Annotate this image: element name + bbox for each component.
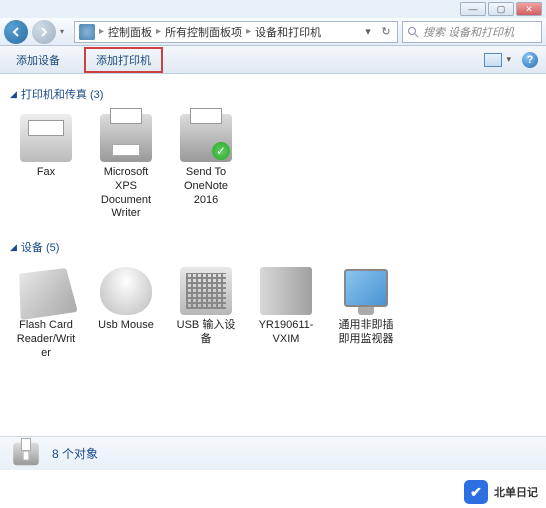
watermark-text: 北单日记 bbox=[494, 484, 538, 500]
device-label: 通用非即插即用监视器 bbox=[334, 319, 398, 347]
chevron-right-icon[interactable]: ▸ bbox=[156, 26, 161, 37]
status-icon bbox=[13, 442, 39, 464]
section-header-devices[interactable]: ◢ 设备 (5) bbox=[10, 239, 536, 255]
collapse-icon: ◢ bbox=[10, 242, 17, 253]
location-icon bbox=[79, 24, 95, 40]
breadcrumb-mid[interactable]: 所有控制面板项 bbox=[165, 24, 242, 40]
device-label: Usb Mouse bbox=[98, 319, 154, 333]
breadcrumb-dropdown-icon[interactable]: ▾ bbox=[361, 25, 375, 38]
toolbar: 添加设备 添加打印机 ? bbox=[0, 46, 546, 74]
search-input[interactable]: 搜索 设备和打印机 bbox=[402, 21, 542, 43]
window-controls: — ▢ ✕ bbox=[0, 0, 546, 18]
add-device-button[interactable]: 添加设备 bbox=[8, 48, 68, 72]
device-item[interactable]: YR190611-VXIM bbox=[250, 263, 322, 364]
minimize-button[interactable]: — bbox=[460, 2, 486, 16]
maximize-button[interactable]: ▢ bbox=[488, 2, 514, 16]
nav-bar: ▾ ▸ 控制面板 ▸ 所有控制面板项 ▸ 设备和打印机 ▾ ↻ 搜索 设备和打印… bbox=[0, 18, 546, 46]
device-label: USB 输入设备 bbox=[174, 319, 238, 347]
devices-grid: Flash Card Reader/Writer Usb Mouse USB 输… bbox=[10, 263, 536, 364]
keyboard-icon bbox=[180, 267, 232, 315]
help-icon[interactable]: ? bbox=[522, 52, 538, 68]
content-area: ◢ 打印机和传真 (3) Fax Microsoft XPS Document … bbox=[0, 74, 546, 454]
section-header-printers[interactable]: ◢ 打印机和传真 (3) bbox=[10, 86, 536, 102]
section-title: 设备 (5) bbox=[21, 239, 60, 255]
forward-button[interactable] bbox=[32, 20, 56, 44]
chevron-right-icon[interactable]: ▸ bbox=[99, 26, 104, 37]
printer-icon bbox=[100, 114, 152, 162]
device-item[interactable]: Send To OneNote 2016 bbox=[170, 110, 242, 225]
status-text: 8 个对象 bbox=[52, 445, 98, 462]
search-icon bbox=[407, 26, 419, 38]
watermark-icon: ✔ bbox=[464, 480, 488, 504]
close-button[interactable]: ✕ bbox=[516, 2, 542, 16]
add-printer-button[interactable]: 添加打印机 bbox=[84, 47, 163, 73]
device-label: Fax bbox=[37, 166, 55, 180]
section-title: 打印机和传真 (3) bbox=[21, 86, 104, 102]
device-label: YR190611-VXIM bbox=[254, 319, 318, 347]
chevron-right-icon[interactable]: ▸ bbox=[246, 26, 251, 37]
status-bar: 8 个对象 bbox=[0, 436, 546, 470]
device-label: Send To OneNote 2016 bbox=[174, 166, 238, 207]
device-label: Flash Card Reader/Writer bbox=[14, 319, 78, 360]
refresh-icon[interactable]: ↻ bbox=[379, 25, 393, 38]
view-options-button[interactable] bbox=[484, 53, 502, 67]
device-item[interactable]: Flash Card Reader/Writer bbox=[10, 263, 82, 364]
device-item[interactable]: Fax bbox=[10, 110, 82, 225]
breadcrumb-leaf[interactable]: 设备和打印机 bbox=[255, 24, 321, 40]
printer-icon bbox=[180, 114, 232, 162]
monitor-icon bbox=[340, 267, 392, 315]
device-item[interactable]: 通用非即插即用监视器 bbox=[330, 263, 402, 364]
search-placeholder: 搜索 设备和打印机 bbox=[423, 24, 514, 40]
printers-grid: Fax Microsoft XPS Document Writer Send T… bbox=[10, 110, 536, 225]
breadcrumb[interactable]: ▸ 控制面板 ▸ 所有控制面板项 ▸ 设备和打印机 ▾ ↻ bbox=[74, 21, 398, 43]
fax-icon bbox=[20, 114, 72, 162]
computer-icon bbox=[260, 267, 312, 315]
watermark: ✔ 北单日记 bbox=[464, 480, 538, 504]
history-dropdown-icon[interactable]: ▾ bbox=[60, 27, 70, 36]
collapse-icon: ◢ bbox=[10, 89, 17, 100]
device-label: Microsoft XPS Document Writer bbox=[94, 166, 158, 221]
back-button[interactable] bbox=[4, 20, 28, 44]
device-item[interactable]: USB 输入设备 bbox=[170, 263, 242, 364]
device-item[interactable]: Usb Mouse bbox=[90, 263, 162, 364]
breadcrumb-root[interactable]: 控制面板 bbox=[108, 24, 152, 40]
mouse-icon bbox=[100, 267, 152, 315]
device-item[interactable]: Microsoft XPS Document Writer bbox=[90, 110, 162, 225]
card-reader-icon bbox=[19, 268, 78, 320]
